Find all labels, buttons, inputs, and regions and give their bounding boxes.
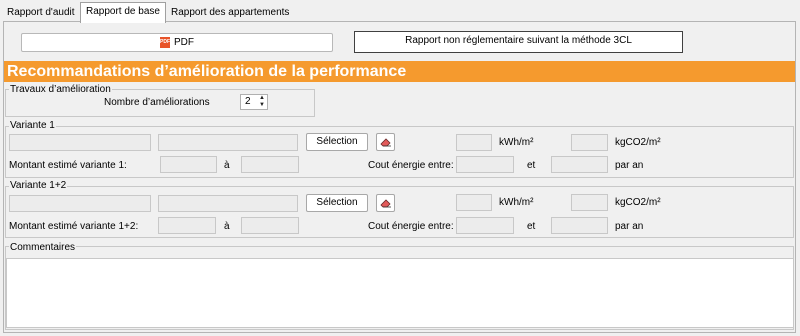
- variante12-par-an-label: par an: [615, 221, 644, 232]
- variante1-co2-unit: kgCO2/m²: [615, 137, 661, 148]
- tab-strip: Rapport d'audit Rapport de base Rapport …: [0, 0, 800, 23]
- variante12-kwh-unit: kWh/m²: [499, 197, 534, 208]
- variante1-cout-min-field[interactable]: [456, 156, 514, 173]
- variante1-cout-label: Cout énergie entre:: [368, 160, 454, 171]
- variante12-kwh-field[interactable]: [456, 194, 492, 211]
- variante12-cout-min-field[interactable]: [456, 217, 514, 234]
- variante1-cout-max-field[interactable]: [551, 156, 608, 173]
- eraser-icon: [379, 138, 391, 147]
- pdf-icon: PDF: [160, 37, 170, 48]
- variante12-cout-max-field[interactable]: [551, 217, 608, 234]
- tab-rapport-audit[interactable]: Rapport d'audit: [2, 4, 80, 22]
- travaux-group-label: Travaux d’amélioration: [9, 84, 112, 96]
- variante1-kwh-unit: kWh/m²: [499, 137, 534, 148]
- commentaires-label: Commentaires: [9, 242, 77, 254]
- variante1-field-1[interactable]: [9, 134, 151, 151]
- variante1-co2-field[interactable]: [571, 134, 608, 151]
- eraser-icon: [379, 199, 391, 208]
- variante1-selection-button[interactable]: Sélection: [306, 133, 368, 151]
- variante1-montant-min-field[interactable]: [160, 156, 217, 173]
- variante1-label: Variante 1: [9, 120, 56, 132]
- section-banner: Recommandations d’amélioration de la per…: [4, 61, 795, 82]
- variante1-par-an-label: par an: [615, 160, 644, 171]
- variante12-eraser-button[interactable]: [376, 194, 395, 212]
- commentaires-textarea[interactable]: [6, 258, 794, 328]
- variante1-montant-max-field[interactable]: [241, 156, 299, 173]
- variante1-a-label: à: [224, 160, 230, 171]
- stepper-arrows-icon[interactable]: ▲ ▼: [258, 95, 266, 109]
- variante12-co2-field[interactable]: [571, 194, 608, 211]
- variante1-field-2[interactable]: [158, 134, 298, 151]
- variante1-et-label: et: [527, 160, 536, 171]
- variante12-cout-label: Cout énergie entre:: [368, 221, 454, 232]
- tab-rapport-appartements[interactable]: Rapport des appartements: [166, 4, 294, 22]
- pdf-button-label: PDF: [174, 37, 194, 48]
- variante12-montant-label: Montant estimé variante 1+2:: [9, 221, 139, 232]
- variante12-co2-unit: kgCO2/m²: [615, 197, 661, 208]
- nombre-ameliorations-label: Nombre d’améliorations: [104, 97, 210, 108]
- variante12-a-label: à: [224, 221, 230, 232]
- pdf-button[interactable]: PDF PDF: [21, 33, 333, 52]
- variante12-label: Variante 1+2: [9, 180, 68, 192]
- nombre-ameliorations-value: 2: [245, 96, 251, 107]
- variante12-field-1[interactable]: [9, 195, 151, 212]
- tab-rapport-base[interactable]: Rapport de base: [80, 2, 166, 23]
- variante1-eraser-button[interactable]: [376, 133, 395, 151]
- variante1-kwh-field[interactable]: [456, 134, 492, 151]
- nombre-ameliorations-stepper[interactable]: 2 ▲ ▼: [240, 94, 268, 110]
- variante12-montant-min-field[interactable]: [158, 217, 216, 234]
- variante12-selection-button[interactable]: Sélection: [306, 194, 368, 212]
- variante1-montant-label: Montant estimé variante 1:: [9, 160, 127, 171]
- variante12-montant-max-field[interactable]: [241, 217, 299, 234]
- variante12-field-2[interactable]: [158, 195, 298, 212]
- notice-box: Rapport non réglementaire suivant la mét…: [354, 31, 683, 53]
- variante12-et-label: et: [527, 221, 536, 232]
